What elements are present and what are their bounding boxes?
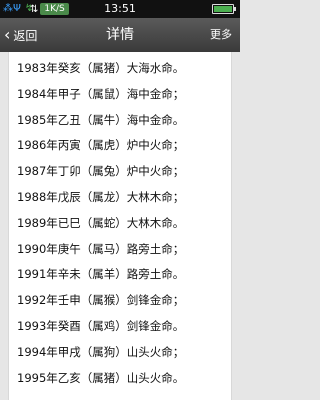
back-arrow-icon: ‹ (4, 25, 11, 44)
more-button[interactable]: 更多 (210, 18, 232, 52)
zodiac-list: 1983年癸亥（属猪）大海水命。 1984年甲子（属鼠）海中金命； 1985年乙… (9, 52, 231, 391)
back-label: 返回 (13, 28, 38, 43)
list-item: 1989年已巳（属蛇）大林木命。 (17, 215, 185, 230)
list-item: 1990年庚午（属马）路旁土命； (17, 241, 185, 256)
list-item: 1991年辛未（属羊）路旁土命。 (17, 267, 185, 282)
clock: 13:51 (104, 2, 136, 15)
list-item: 1992年壬申（属猴）剑锋金命； (17, 293, 185, 308)
list-item: 1984年甲子（属鼠）海中金命； (17, 86, 185, 101)
list-item: 1987年丁卯（属兔）炉中火命； (17, 164, 185, 179)
battery-icon (212, 4, 236, 14)
list-item: 1983年癸亥（属猪）大海水命。 (17, 61, 185, 75)
detail-content[interactable]: 1983年癸亥（属猪）大海水命。 1984年甲子（属鼠）海中金命； 1985年乙… (8, 52, 232, 400)
list-item: 1988年戊辰（属龙）大林木命； (17, 189, 185, 204)
list-item: 1986年丙寅（属虎）炉中火命； (17, 138, 185, 153)
list-item: 1994年甲戌（属狗）山头火命； (17, 344, 185, 359)
list-item: 1985年乙丑（属牛）海中金命。 (17, 112, 185, 127)
list-item: 1995年乙亥（属猪）山头火命。 (17, 370, 185, 385)
status-bar: ⁂Ψ ↯ ⇅ 1K/S 13:51 (0, 0, 240, 18)
title-bar: 详情 ‹ 返回 更多 (0, 18, 240, 52)
list-item: 1993年癸酉（属鸡）剑锋金命。 (17, 318, 185, 333)
back-button[interactable]: ‹ 返回 (4, 22, 37, 48)
battery-fill (214, 6, 232, 12)
